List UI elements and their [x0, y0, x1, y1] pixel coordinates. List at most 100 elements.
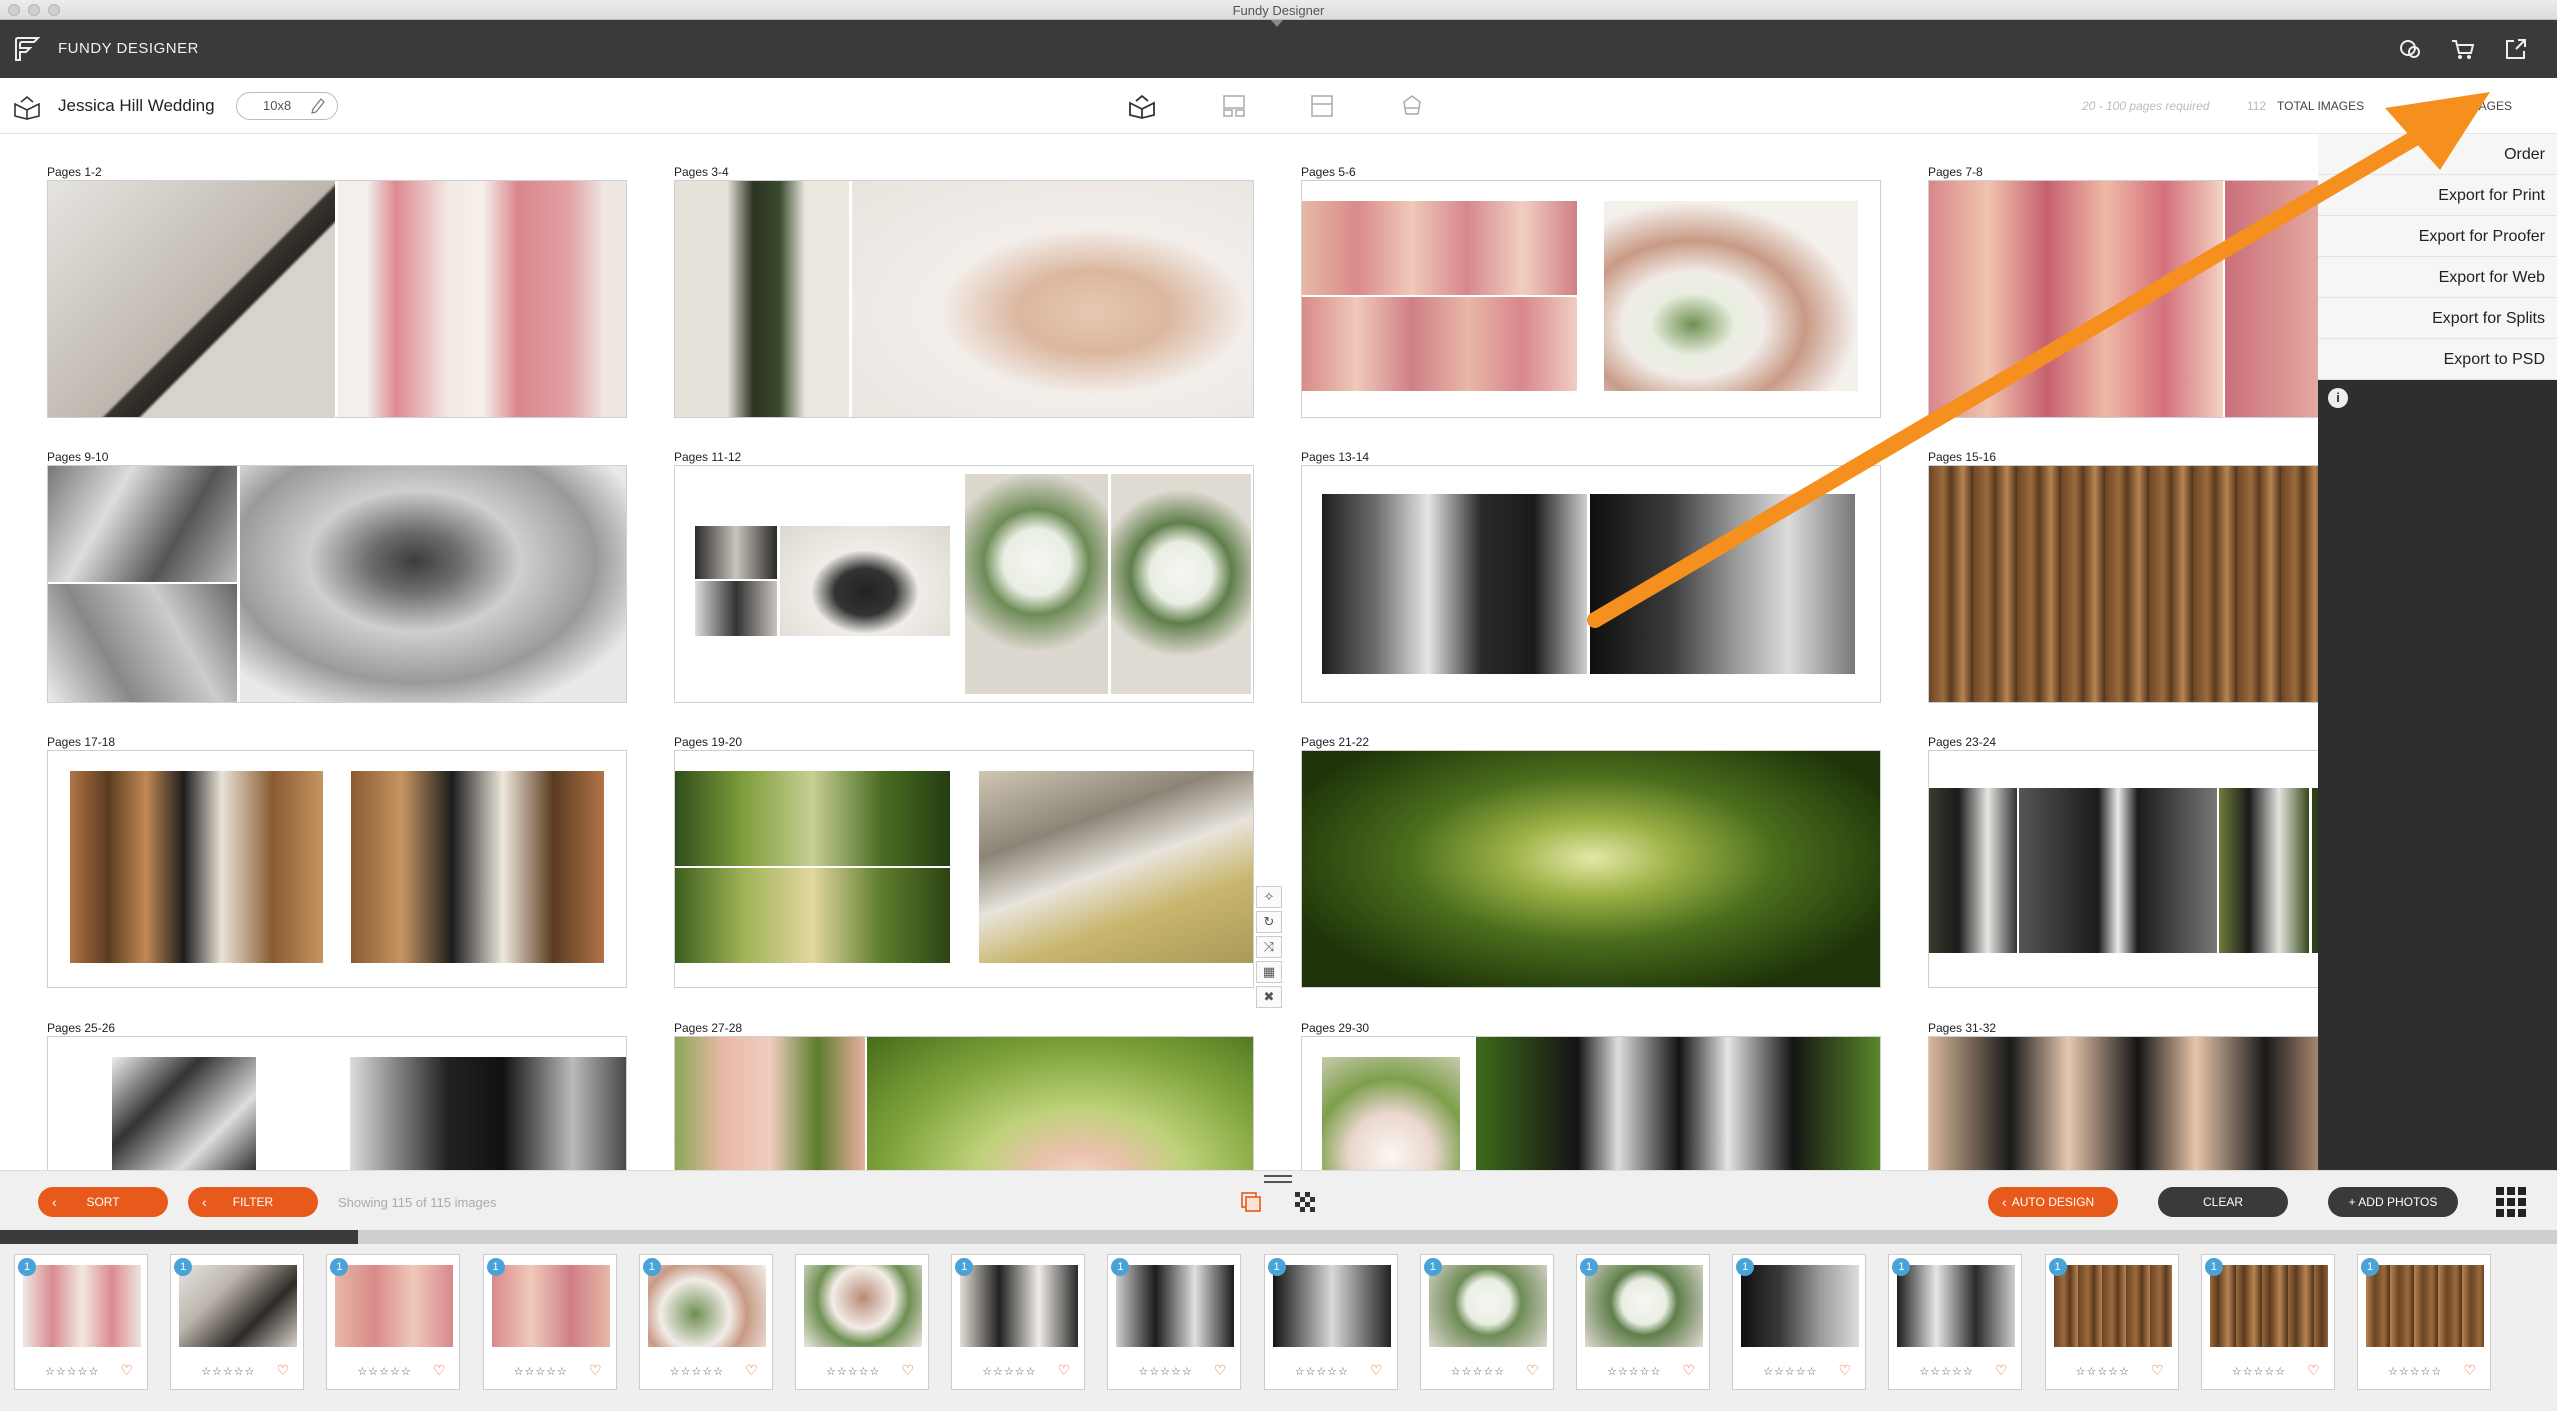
- filmstrip-thumb[interactable]: 1 ☆☆☆☆☆ ♡: [326, 1254, 461, 1390]
- auto-design-button[interactable]: ‹ AUTO DESIGN: [1988, 1187, 2118, 1217]
- spread-card[interactable]: Pages 25-26: [47, 1020, 627, 1170]
- heart-icon[interactable]: ♡: [277, 1362, 290, 1379]
- photo[interactable]: [675, 868, 950, 963]
- photo[interactable]: [2019, 788, 2217, 953]
- star-rating[interactable]: ☆☆☆☆☆: [1295, 1365, 1349, 1378]
- heart-icon[interactable]: ♡: [2307, 1362, 2320, 1379]
- stack-icon[interactable]: [1238, 1189, 1264, 1215]
- clear-button[interactable]: CLEAR: [2158, 1187, 2288, 1217]
- photo[interactable]: [1590, 494, 1855, 674]
- star-rating[interactable]: ☆☆☆☆☆: [1138, 1365, 1192, 1378]
- filmstrip-thumb[interactable]: 1 ☆☆☆☆☆ ♡: [1576, 1254, 1710, 1390]
- spread-card[interactable]: Pages 15-16: [1928, 449, 2318, 703]
- heart-icon[interactable]: ♡: [1370, 1362, 1383, 1379]
- filmstrip-thumb[interactable]: 1 ☆☆☆☆☆ ♡: [2044, 1254, 2179, 1390]
- heart-icon[interactable]: ♡: [745, 1362, 758, 1379]
- star-rating[interactable]: ☆☆☆☆☆: [357, 1365, 411, 1378]
- star-rating[interactable]: ☆☆☆☆☆: [2388, 1365, 2442, 1378]
- star-rating[interactable]: ☆☆☆☆☆: [1451, 1365, 1505, 1378]
- photo[interactable]: [1302, 201, 1577, 295]
- spread-card[interactable]: Pages 31-32: [1928, 1020, 2318, 1170]
- album-mode-icon[interactable]: [1126, 92, 1158, 120]
- menu-item-order[interactable]: Order: [2318, 134, 2557, 175]
- scrollbar-thumb[interactable]: [0, 1230, 358, 1244]
- star-rating[interactable]: ☆☆☆☆☆: [514, 1365, 568, 1378]
- photo[interactable]: [695, 526, 777, 579]
- photo[interactable]: [675, 181, 849, 417]
- filmstrip-thumb[interactable]: 1 ☆☆☆☆☆ ♡: [482, 1254, 617, 1390]
- photo[interactable]: [1476, 1037, 1880, 1170]
- heart-icon[interactable]: ♡: [2463, 1362, 2476, 1379]
- spread-canvas[interactable]: [674, 1036, 1254, 1170]
- export-icon[interactable]: [2502, 35, 2530, 63]
- spread-card[interactable]: Pages 7-8: [1928, 164, 2318, 418]
- heart-icon[interactable]: ♡: [2151, 1362, 2164, 1379]
- star-rating[interactable]: ☆☆☆☆☆: [826, 1365, 880, 1378]
- layout-tool-button[interactable]: ▦: [1256, 961, 1282, 983]
- photo[interactable]: [1302, 751, 1880, 987]
- spread-card[interactable]: Pages 29-30: [1301, 1020, 1881, 1170]
- photo[interactable]: [1929, 181, 2223, 417]
- spread-canvas[interactable]: [1928, 750, 2318, 988]
- heart-icon[interactable]: ♡: [1214, 1362, 1227, 1379]
- photo[interactable]: [112, 1057, 256, 1170]
- cart-icon[interactable]: [2449, 35, 2477, 63]
- thumb-image[interactable]: [2366, 1265, 2484, 1347]
- resize-handle[interactable]: [1264, 1175, 1292, 1183]
- spread-card[interactable]: Pages 9-10: [47, 449, 627, 703]
- menu-item-export-psd[interactable]: Export to PSD: [2318, 339, 2557, 380]
- heart-icon[interactable]: ♡: [1839, 1362, 1852, 1379]
- thumb-image[interactable]: [491, 1265, 610, 1347]
- heart-icon[interactable]: ♡: [120, 1362, 133, 1379]
- spread-card[interactable]: Pages 17-18: [47, 734, 627, 988]
- star-rating[interactable]: ☆☆☆☆☆: [1763, 1365, 1817, 1378]
- spread-canvas[interactable]: [1301, 180, 1881, 418]
- star-rating[interactable]: ☆☆☆☆☆: [2076, 1365, 2130, 1378]
- filmstrip-thumb[interactable]: 1 ☆☆☆☆☆ ♡: [2357, 1254, 2491, 1390]
- star-rating[interactable]: ☆☆☆☆☆: [982, 1365, 1036, 1378]
- spread-card[interactable]: Pages 23-24: [1928, 734, 2318, 988]
- social-mode-icon[interactable]: [1396, 92, 1428, 120]
- heart-icon[interactable]: ♡: [1058, 1362, 1071, 1379]
- menu-item-export-web[interactable]: Export for Web: [2318, 257, 2557, 298]
- filmstrip-thumb[interactable]: 1 ☆☆☆☆☆ ♡: [1732, 1254, 1867, 1390]
- filmstrip-thumb[interactable]: 1 ☆☆☆☆☆ ♡: [14, 1254, 148, 1390]
- spread-canvas[interactable]: [47, 750, 627, 988]
- photo[interactable]: [1929, 788, 2017, 953]
- photo[interactable]: [675, 771, 950, 866]
- move-tool-button[interactable]: ✧: [1256, 886, 1282, 908]
- menu-item-export-print[interactable]: Export for Print: [2318, 175, 2557, 216]
- heart-icon[interactable]: ♡: [433, 1362, 446, 1379]
- photo[interactable]: [965, 474, 1108, 694]
- photo[interactable]: [48, 181, 335, 417]
- sort-button[interactable]: ‹ SORT: [38, 1187, 168, 1217]
- photo[interactable]: [852, 181, 1253, 417]
- filmstrip-thumb[interactable]: 1 ☆☆☆☆☆ ♡: [1888, 1254, 2023, 1390]
- thumb-image[interactable]: [1741, 1265, 1860, 1347]
- spread-canvas[interactable]: [674, 750, 1254, 988]
- photo[interactable]: [979, 771, 1253, 963]
- thumb-image[interactable]: [1272, 1265, 1391, 1347]
- star-rating[interactable]: ☆☆☆☆☆: [670, 1365, 724, 1378]
- spread-canvas[interactable]: [1928, 465, 2318, 703]
- card-mode-icon[interactable]: [1306, 92, 1338, 120]
- thumb-image[interactable]: [2209, 1265, 2328, 1347]
- add-photos-button[interactable]: + ADD PHOTOS: [2328, 1187, 2458, 1217]
- filmstrip-thumb[interactable]: 1 ☆☆☆☆☆ ♡: [1263, 1254, 1398, 1390]
- thumb-image[interactable]: [179, 1265, 298, 1347]
- photo[interactable]: [1929, 466, 2318, 702]
- photo[interactable]: [48, 466, 237, 582]
- photo[interactable]: [1111, 474, 1251, 694]
- album-size-button[interactable]: 10x8: [236, 92, 338, 120]
- thumb-image[interactable]: [23, 1265, 141, 1347]
- spread-card[interactable]: Pages 3-4: [674, 164, 1254, 418]
- thumb-image[interactable]: [335, 1265, 454, 1347]
- photo[interactable]: [780, 526, 950, 636]
- thumb-image[interactable]: [1897, 1265, 2016, 1347]
- photo[interactable]: [867, 1037, 1253, 1170]
- spread-card[interactable]: Pages 27-28: [674, 1020, 1254, 1170]
- photo[interactable]: [351, 771, 604, 963]
- thumb-image[interactable]: [1428, 1265, 1547, 1347]
- filmstrip-thumb[interactable]: 1 ☆☆☆☆☆ ♡: [1419, 1254, 1554, 1390]
- spread-card[interactable]: Pages 13-14: [1301, 449, 1881, 703]
